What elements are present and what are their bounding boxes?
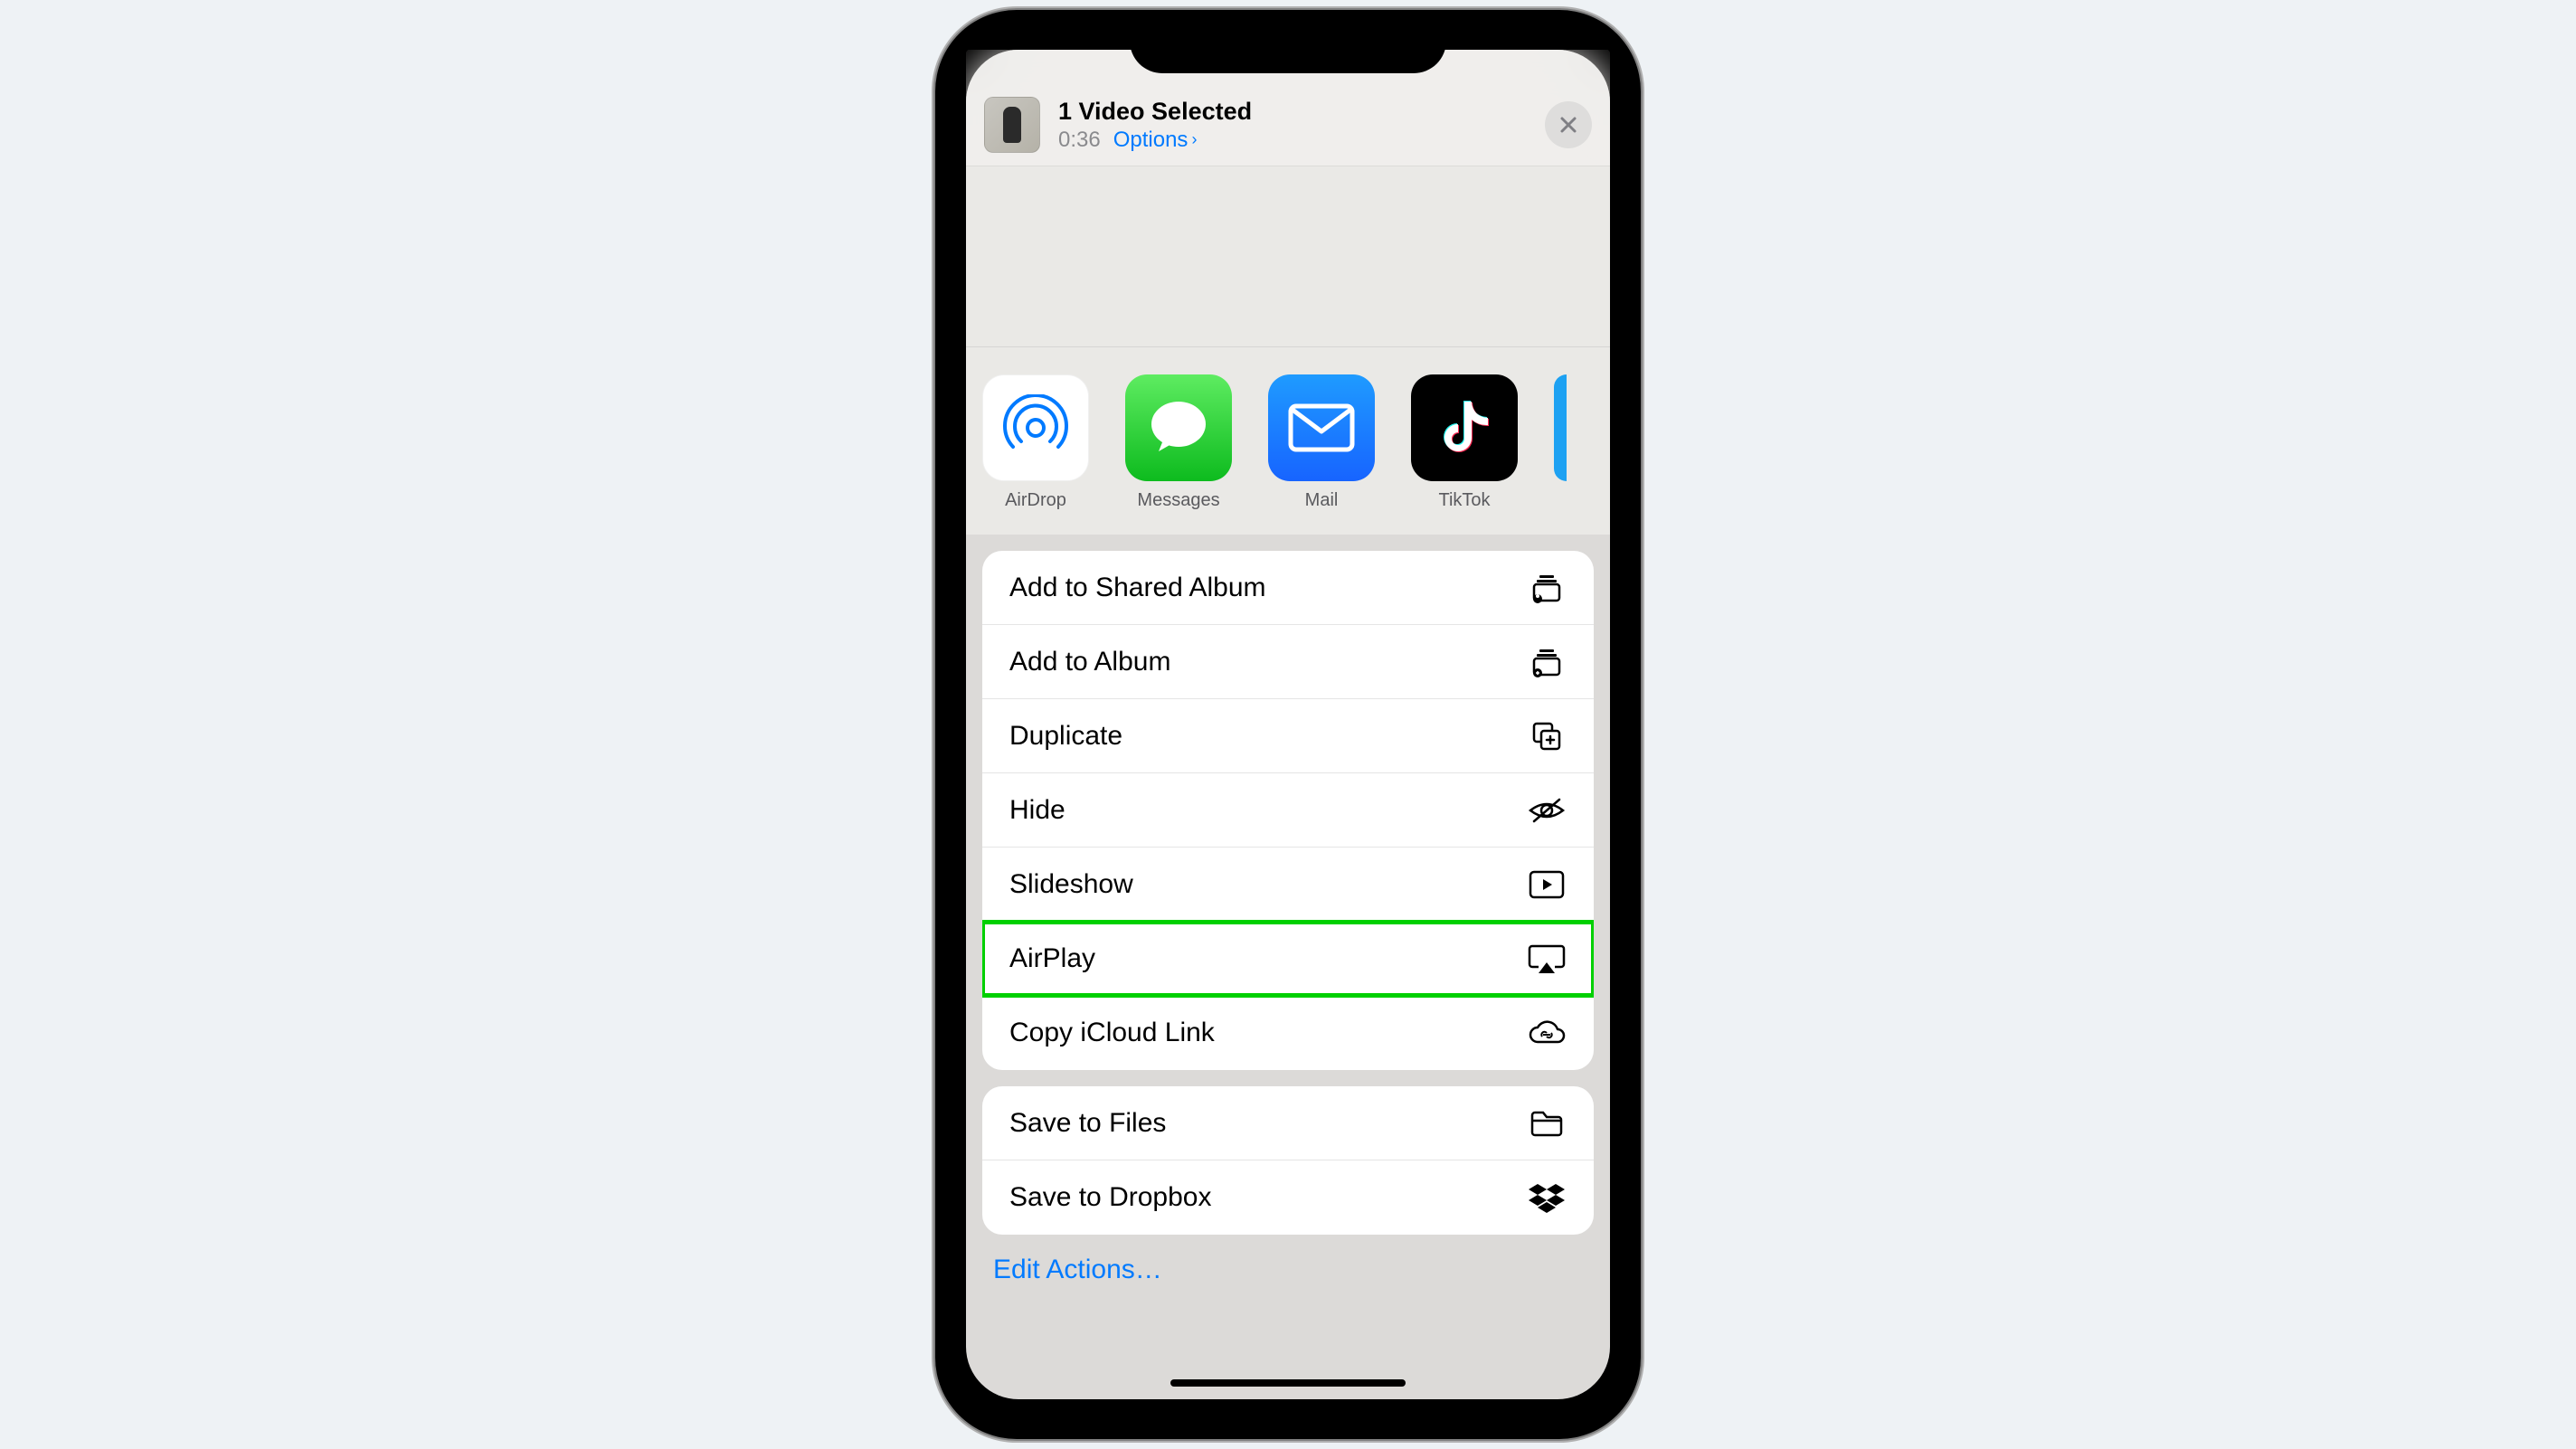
close-button[interactable]: [1545, 101, 1592, 148]
next-app-icon: [1554, 374, 1567, 481]
files-icon: [1527, 1103, 1567, 1143]
header-text-block: 1 Video Selected 0:36 Options ›: [1058, 98, 1527, 153]
app-more[interactable]: [1554, 374, 1567, 511]
thumbnail-figure: [1003, 107, 1021, 143]
video-thumbnail[interactable]: [984, 97, 1040, 153]
app-mail[interactable]: Mail: [1268, 374, 1375, 511]
action-label: Add to Shared Album: [1009, 573, 1266, 603]
edit-actions-link[interactable]: Edit Actions…: [966, 1235, 1610, 1305]
action-save-to-dropbox[interactable]: Save to Dropbox: [982, 1160, 1594, 1235]
app-messages[interactable]: Messages: [1125, 374, 1232, 511]
mail-icon: [1268, 374, 1375, 481]
action-label: Add to Album: [1009, 647, 1170, 677]
shared-album-icon: [1527, 568, 1567, 608]
hide-icon: [1527, 791, 1567, 830]
dropbox-icon: [1527, 1178, 1567, 1217]
action-hide[interactable]: Hide: [982, 773, 1594, 848]
people-suggestions-row[interactable]: [966, 166, 1610, 347]
close-icon: [1558, 115, 1578, 135]
options-link[interactable]: Options ›: [1113, 128, 1198, 153]
action-label: Save to Files: [1009, 1108, 1166, 1139]
app-label-messages: Messages: [1137, 490, 1219, 511]
notch: [1130, 26, 1446, 73]
actions-group-1: Add to Shared Album Add to Album: [982, 551, 1594, 1070]
app-label-mail: Mail: [1305, 490, 1339, 511]
app-label-tiktok: TikTok: [1438, 490, 1490, 511]
action-label: Duplicate: [1009, 721, 1122, 752]
action-label: Hide: [1009, 795, 1065, 826]
chevron-right-icon: ›: [1191, 130, 1197, 149]
action-add-to-shared-album[interactable]: Add to Shared Album: [982, 551, 1594, 625]
action-label: Save to Dropbox: [1009, 1182, 1211, 1213]
app-label-airdrop: AirDrop: [1005, 490, 1066, 511]
airplay-icon: [1527, 939, 1567, 979]
actions-group-2: Save to Files Save to Dropbox: [982, 1086, 1594, 1235]
duplicate-icon: [1527, 716, 1567, 756]
action-slideshow[interactable]: Slideshow: [982, 848, 1594, 922]
selection-title: 1 Video Selected: [1058, 98, 1527, 126]
action-save-to-files[interactable]: Save to Files: [982, 1086, 1594, 1160]
action-label: AirPlay: [1009, 943, 1095, 974]
tiktok-icon: [1411, 374, 1518, 481]
action-duplicate[interactable]: Duplicate: [982, 699, 1594, 773]
video-duration: 0:36: [1058, 128, 1101, 153]
share-sheet-screen: 1 Video Selected 0:36 Options ›: [966, 50, 1610, 1399]
home-indicator[interactable]: [1170, 1379, 1406, 1387]
phone-inner: 1 Video Selected 0:36 Options ›: [952, 26, 1624, 1423]
options-label: Options: [1113, 128, 1189, 153]
slideshow-icon: [1527, 865, 1567, 904]
action-add-to-album[interactable]: Add to Album: [982, 625, 1594, 699]
action-airplay[interactable]: AirPlay: [982, 922, 1594, 996]
messages-icon: [1125, 374, 1232, 481]
app-airdrop[interactable]: AirDrop: [982, 374, 1089, 511]
airdrop-icon: [982, 374, 1089, 481]
action-label: Slideshow: [1009, 869, 1133, 900]
action-copy-icloud-link[interactable]: Copy iCloud Link: [982, 996, 1594, 1070]
header-subtitle: 0:36 Options ›: [1058, 128, 1527, 153]
apps-row[interactable]: AirDrop Messages: [966, 347, 1610, 535]
album-icon: [1527, 642, 1567, 682]
icloud-link-icon: [1527, 1013, 1567, 1053]
phone-frame: 1 Video Selected 0:36 Options ›: [935, 10, 1641, 1439]
action-label: Copy iCloud Link: [1009, 1018, 1215, 1048]
app-tiktok[interactable]: TikTok: [1411, 374, 1518, 511]
